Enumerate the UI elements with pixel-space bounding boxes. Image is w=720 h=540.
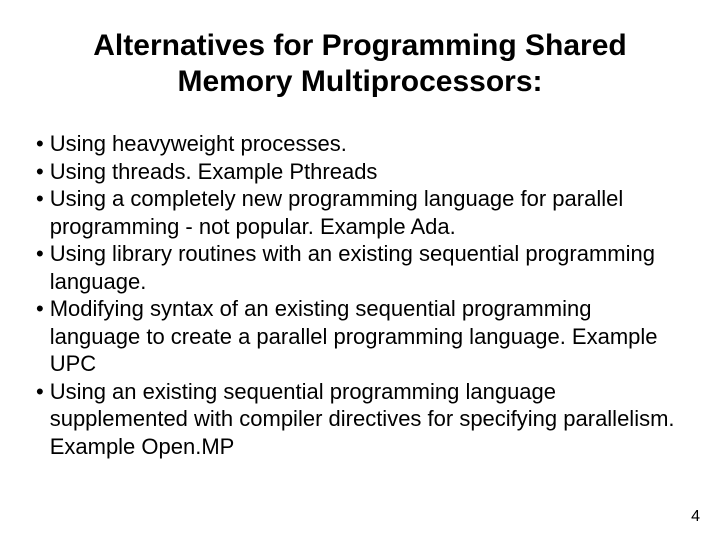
bullet-marker: • (36, 158, 44, 186)
bullet-text: Using heavyweight processes. (50, 130, 684, 158)
page-number: 4 (691, 508, 700, 526)
bullet-text: Using threads. Example Pthreads (50, 158, 684, 186)
bullet-text: Modifying syntax of an existing sequenti… (50, 295, 684, 378)
bullet-text: Using a completely new programming langu… (50, 185, 684, 240)
list-item: • Using a completely new programming lan… (36, 185, 684, 240)
title-line-2: Memory Multiprocessors: (177, 65, 542, 98)
slide-title: Alternatives for Programming Shared Memo… (36, 28, 684, 100)
list-item: • Modifying syntax of an existing sequen… (36, 295, 684, 378)
bullet-marker: • (36, 240, 44, 268)
bullet-text: Using library routines with an existing … (50, 240, 684, 295)
list-item: • Using threads. Example Pthreads (36, 158, 684, 186)
title-line-1: Alternatives for Programming Shared (93, 29, 626, 62)
slide: Alternatives for Programming Shared Memo… (0, 0, 720, 540)
bullet-marker: • (36, 378, 44, 406)
bullet-text: Using an existing sequential programming… (50, 378, 684, 461)
list-item: • Using an existing sequential programmi… (36, 378, 684, 461)
bullet-marker: • (36, 185, 44, 213)
list-item: • Using heavyweight processes. (36, 130, 684, 158)
bullet-marker: • (36, 130, 44, 158)
bullet-marker: • (36, 295, 44, 323)
bullet-list: • Using heavyweight processes. • Using t… (36, 130, 684, 460)
list-item: • Using library routines with an existin… (36, 240, 684, 295)
